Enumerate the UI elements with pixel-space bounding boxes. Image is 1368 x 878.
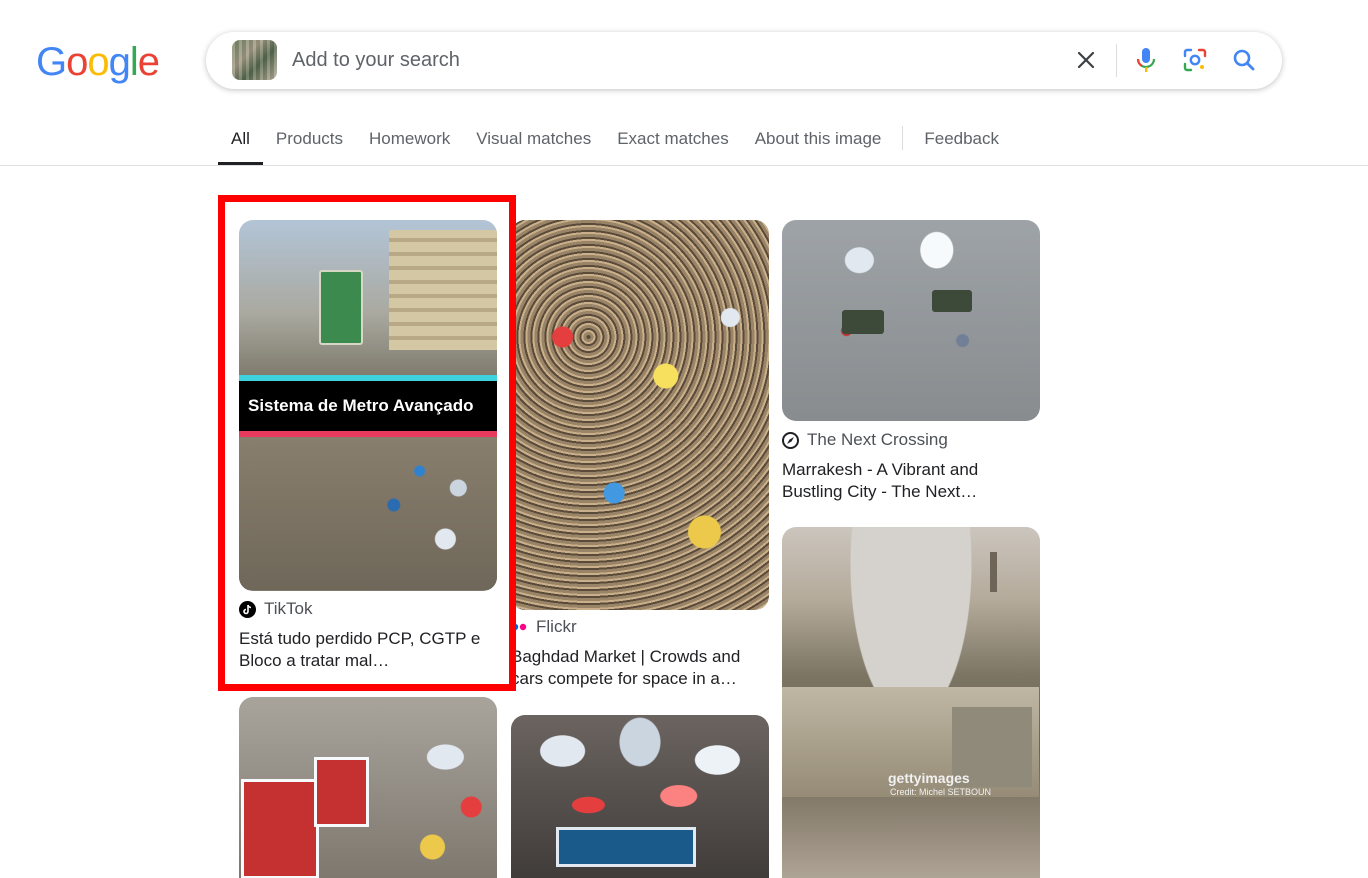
image-van [556, 827, 696, 867]
result-card-tiktok[interactable]: Sistema de Metro Avançado TikTok Está tu… [239, 220, 497, 680]
tab-exact-matches[interactable]: Exact matches [604, 118, 742, 165]
result-title[interactable]: Está tudo perdido PCP, CGTP e Bloco a tr… [239, 628, 497, 672]
logo-letter: e [137, 40, 160, 84]
logo-letter: o [66, 40, 88, 84]
search-bar [206, 32, 1282, 89]
tab-homework[interactable]: Homework [356, 118, 463, 165]
result-title[interactable]: Baghdad Market | Crowds and cars compete… [511, 646, 769, 690]
image-bus [241, 779, 319, 878]
image-cart [842, 310, 884, 334]
image-building [389, 230, 497, 350]
close-icon[interactable] [1070, 44, 1102, 76]
image-bus [314, 757, 369, 827]
result-source[interactable]: Flickr [511, 617, 577, 637]
result-source[interactable]: TikTok [239, 599, 313, 619]
result-image[interactable] [511, 715, 769, 878]
result-card-flickr[interactable]: Flickr Baghdad Market | Crowds and cars … [511, 220, 769, 695]
search-input[interactable] [292, 46, 1052, 74]
feedback-link[interactable]: Feedback [911, 118, 1012, 165]
logo-letter: o [87, 40, 109, 84]
result-card[interactable] [511, 715, 769, 878]
result-image[interactable] [511, 220, 769, 610]
result-title-line: Está tudo perdido PCP, CGTP e [239, 629, 481, 648]
header-divider [0, 165, 1368, 166]
image-minaret [990, 552, 997, 592]
result-title[interactable]: Marrakesh - A Vibrant and Bustling City … [782, 459, 1040, 503]
result-image[interactable] [239, 697, 497, 878]
result-source-name: The Next Crossing [807, 430, 948, 449]
image-cart [932, 290, 972, 312]
result-card[interactable]: gettyimages Credit: Michel SETBOUN [782, 527, 1040, 878]
logo-letter: l [129, 40, 139, 84]
result-source-name: Flickr [536, 617, 577, 636]
result-title-line: Bustling City - The Next… [782, 482, 978, 501]
result-title-line: cars compete for space in a… [511, 669, 737, 688]
microphone-icon[interactable] [1130, 44, 1162, 76]
result-source[interactable]: The Next Crossing [782, 430, 948, 450]
search-image-thumbnail[interactable] [232, 40, 277, 80]
image-garbage [239, 420, 497, 590]
tab-all[interactable]: All [218, 118, 263, 165]
logo-letter: g [108, 40, 131, 84]
lens-camera-icon[interactable] [1179, 44, 1211, 76]
logo-letter: G [36, 40, 67, 84]
compass-icon [782, 431, 799, 449]
result-title-line: Marrakesh - A Vibrant and [782, 460, 979, 479]
video-overlay-text: Sistema de Metro Avançado [239, 375, 497, 437]
getty-credit: Credit: Michel SETBOUN [890, 787, 992, 797]
result-source-name: TikTok [264, 599, 313, 618]
results-tabs: All Products Homework Visual matches Exa… [218, 118, 1012, 165]
google-logo[interactable]: Google [36, 40, 160, 84]
search-bar-divider [1116, 44, 1117, 77]
getty-watermark: gettyimages [888, 770, 970, 786]
result-title-line: Bloco a tratar mal… [239, 651, 390, 670]
tab-products[interactable]: Products [263, 118, 356, 165]
result-image[interactable]: gettyimages Credit: Michel SETBOUN [782, 527, 1040, 878]
flickr-icon [511, 619, 528, 636]
tab-about-this-image[interactable]: About this image [742, 118, 895, 165]
search-icon[interactable] [1228, 44, 1260, 76]
image-trolley [319, 270, 363, 345]
result-image[interactable] [782, 220, 1040, 421]
tab-visual-matches[interactable]: Visual matches [463, 118, 604, 165]
result-title-line: Baghdad Market | Crowds and [511, 647, 741, 666]
result-image[interactable]: Sistema de Metro Avançado [239, 220, 497, 591]
tiktok-icon [239, 600, 256, 618]
result-card-the-next-crossing[interactable]: The Next Crossing Marrakesh - A Vibrant … [782, 220, 1040, 505]
result-card[interactable] [239, 697, 497, 878]
tabs-divider [902, 126, 904, 150]
